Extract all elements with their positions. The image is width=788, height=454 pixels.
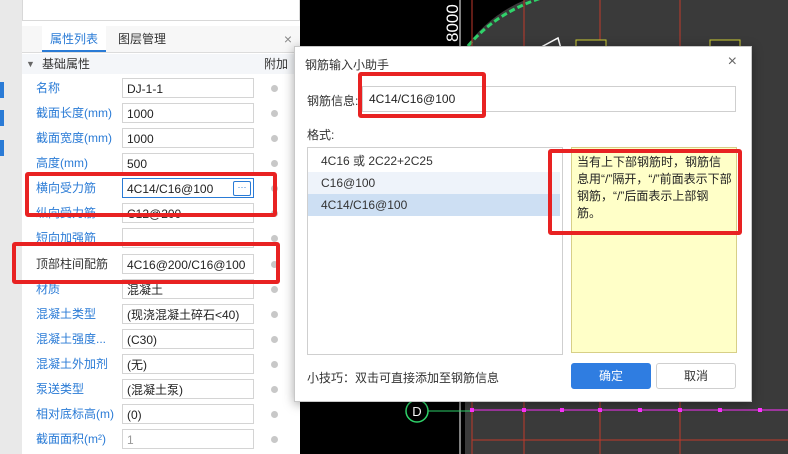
tab-layer-management[interactable]: 图层管理 [110,26,174,52]
format-item-selected[interactable]: 4C14/C16@100 [308,194,560,216]
highlight-box-tip [548,149,742,235]
attach-dot[interactable] [271,336,278,343]
property-row: 混凝土强度... (C30) [22,327,300,352]
collapse-arrow-icon[interactable]: ▼ [26,54,35,74]
format-list: 4C16 或 2C22+2C25 C16@100 4C14/C16@100 [307,147,563,355]
tab-property-list[interactable]: 属性列表 [42,26,107,52]
grid-node [470,408,474,412]
group-title: 基础属性 [42,57,91,71]
property-label: 相对底标高(m) [36,407,114,421]
grid-node [758,408,762,412]
extra-column-header: 附加 [264,57,289,71]
grid-node [598,408,602,412]
format-item[interactable]: C16@100 [308,172,560,194]
confirm-button[interactable]: 确定 [571,363,651,389]
grid-node [560,408,564,412]
format-label: 格式: [307,128,335,142]
highlight-box-transverse-rebar [25,172,277,217]
property-label: 名称 [36,81,61,95]
property-panel: 属性列表 图层管理 × ▼ 基础属性 附加 名称 DJ-1-1 截面长度(mm)… [22,0,301,454]
property-label: 混凝土类型 [36,307,97,321]
grid-node [638,408,642,412]
property-label: 混凝土强度... [36,332,107,346]
property-label: 截面宽度(mm) [36,131,112,145]
attach-dot[interactable] [271,160,278,167]
property-value: 1 [122,429,254,449]
dialog-title: 钢筋输入小助手 [305,58,390,72]
property-label: 截面面积(m²) [36,432,106,446]
property-label: 截面长度(mm) [36,106,112,120]
left-strip-marker [0,140,4,156]
format-item[interactable]: 4C16 或 2C22+2C25 [308,150,560,172]
property-label: 泵送类型 [36,382,85,396]
grid-node [522,408,526,412]
highlight-box-top-column-rebar [12,242,280,284]
property-value[interactable]: 500 [122,153,254,173]
left-strip-marker [0,110,4,126]
property-row: 截面面积(m²) 1 [22,427,300,452]
property-value[interactable]: (无) [122,354,254,374]
attach-dot[interactable] [271,311,278,318]
axis-label: D [412,404,421,419]
property-value[interactable]: DJ-1-1 [122,78,254,98]
left-toolbar-strip [0,0,23,454]
grid-node [718,408,722,412]
attach-dot[interactable] [271,235,278,242]
tip-hint: 小技巧：双击可直接添加至钢筋信息 [307,371,500,385]
rebar-info-label: 钢筋信息: [307,94,359,108]
property-row: 泵送类型 (混凝土泵) [22,377,300,402]
property-value[interactable]: (混凝土泵) [122,379,254,399]
close-icon[interactable]: × [728,53,737,71]
highlight-box-rebar-info [358,72,486,118]
property-row: 名称 DJ-1-1 [22,76,300,101]
property-row: 混凝土外加剂 (无) [22,352,300,377]
property-row: 截面长度(mm) 1000 [22,101,300,126]
dimension-text: 8000 [443,4,462,42]
property-value[interactable]: (C30) [122,329,254,349]
property-label: 混凝土外加剂 [36,357,109,371]
attach-dot[interactable] [271,286,278,293]
property-value[interactable]: (现浇混凝土碎石<40) [122,304,254,324]
property-value[interactable]: (0) [122,404,254,424]
panel-tabs: 属性列表 图层管理 × [22,26,300,53]
property-row: 相对底标高(m) (0) [22,402,300,427]
attach-dot[interactable] [271,361,278,368]
attach-dot[interactable] [271,85,278,92]
attach-dot[interactable] [271,110,278,117]
property-value[interactable]: 1000 [122,128,254,148]
attach-dot[interactable] [271,436,278,443]
left-strip-marker [0,82,4,98]
property-row: 混凝土类型 (现浇混凝土碎石<40) [22,302,300,327]
property-value[interactable]: 1000 [122,103,254,123]
panel-top-box [22,0,300,21]
cancel-button[interactable]: 取消 [656,363,736,389]
grid-node [678,408,682,412]
close-icon[interactable]: × [284,26,292,52]
group-header-basic[interactable]: ▼ 基础属性 附加 [22,54,300,74]
attach-dot[interactable] [271,386,278,393]
attach-dot[interactable] [271,135,278,142]
attach-dot[interactable] [271,411,278,418]
property-row: 截面宽度(mm) 1000 [22,126,300,151]
